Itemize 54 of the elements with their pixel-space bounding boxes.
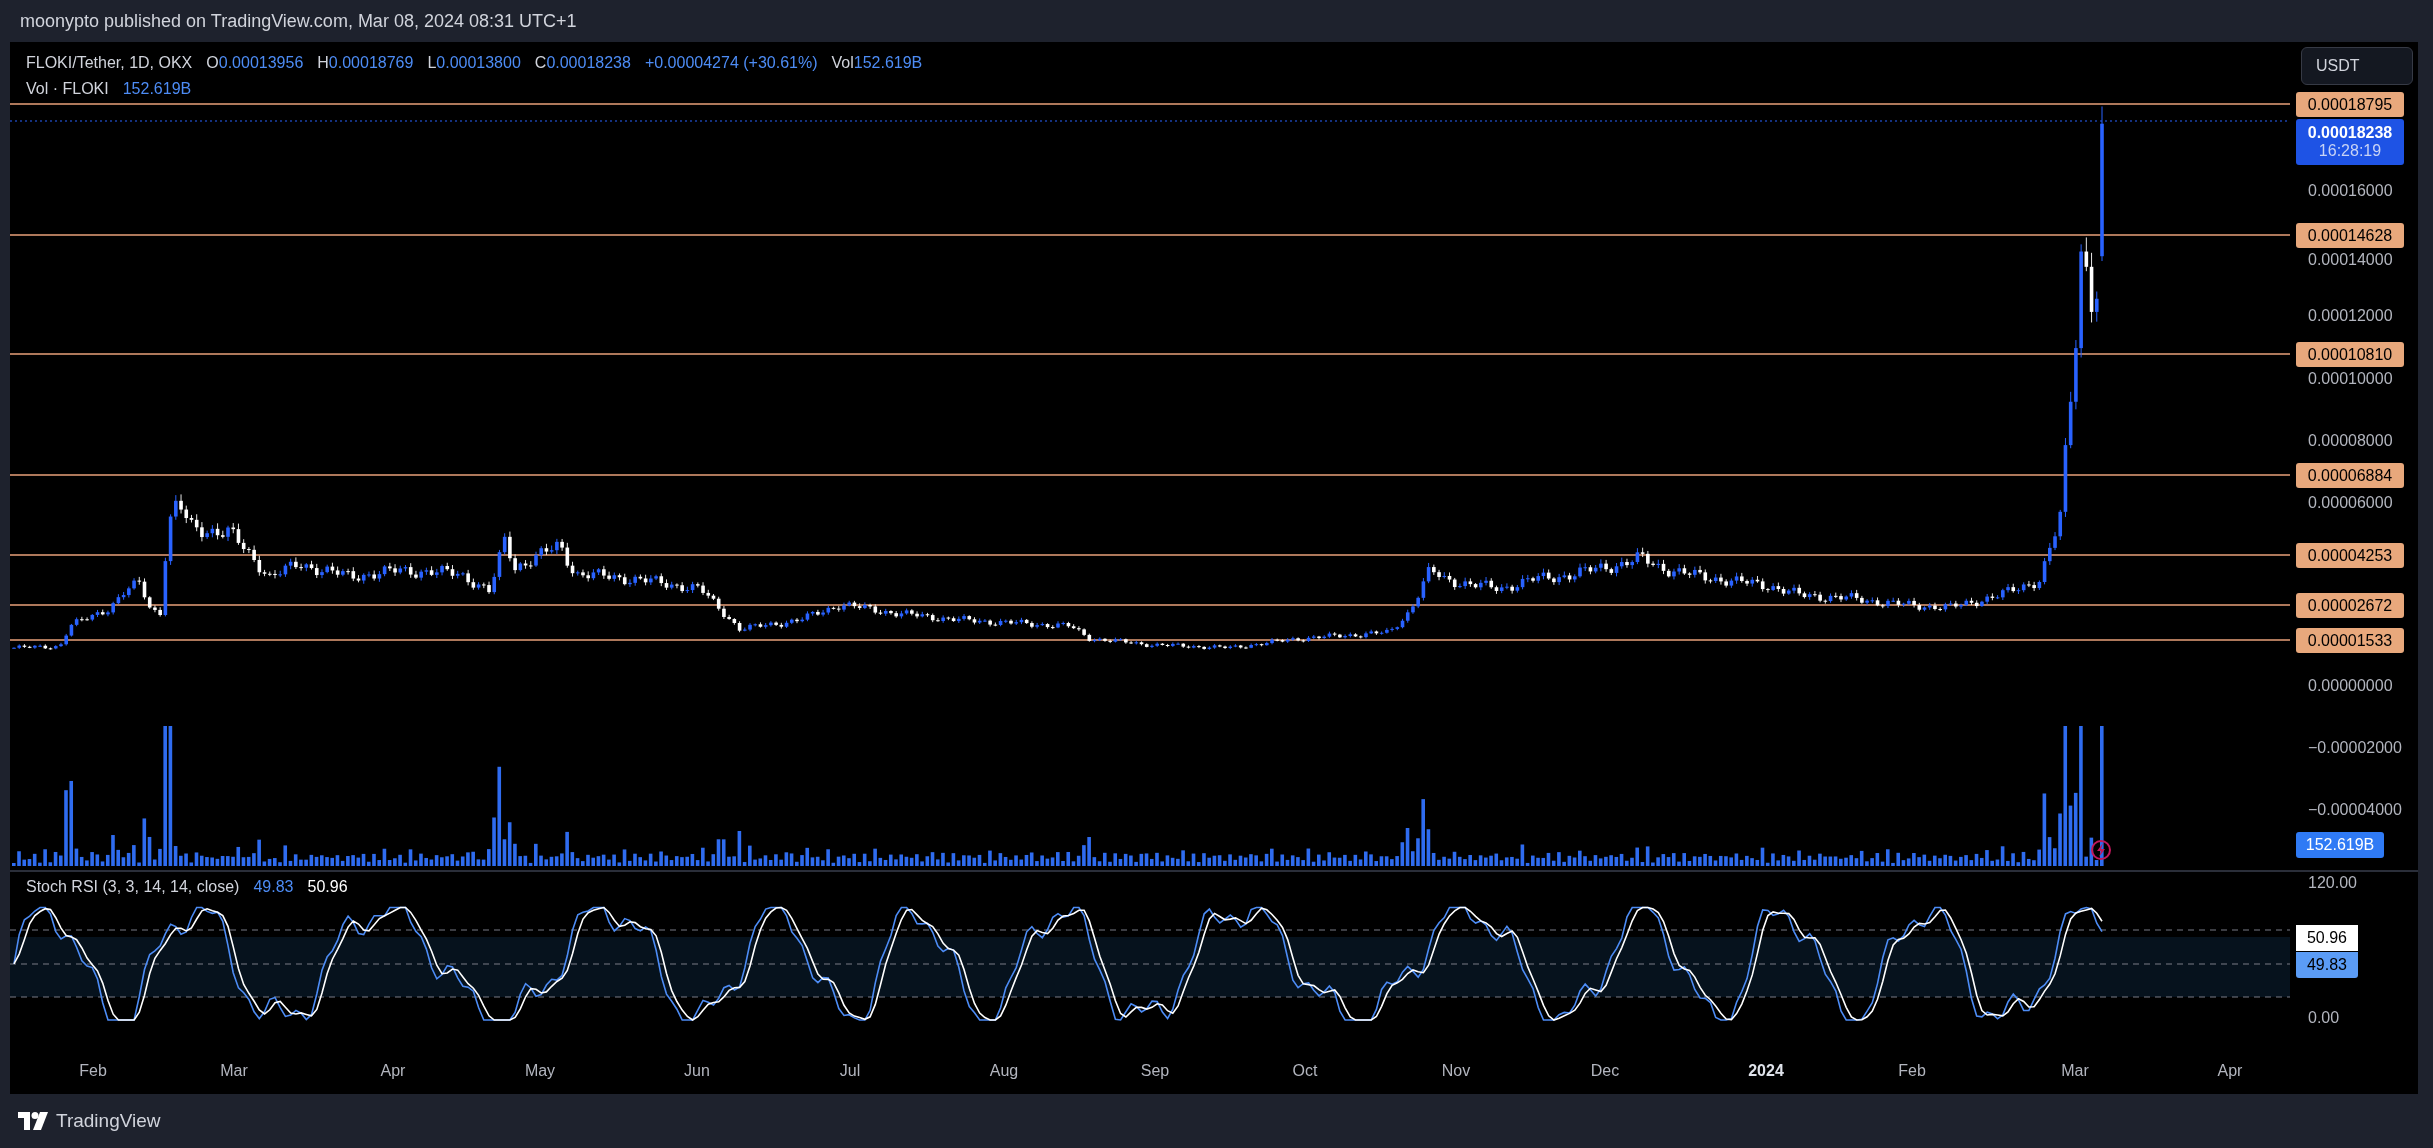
stoch-axis-label: 0.00 — [2308, 1009, 2340, 1027]
time-axis-label: Apr — [2216, 1062, 2244, 1080]
price-axis-label: 0.00000000 — [2308, 677, 2393, 695]
ohlc-value: C0.00018238 — [534, 54, 631, 72]
stoch-k-value: 49.83 — [253, 878, 294, 896]
price-axis-label: 0.00016000 — [2308, 182, 2393, 200]
price-level-label: 0.00006884 — [2296, 463, 2404, 488]
ohlc-value: H0.00018769 — [317, 54, 414, 72]
price-axis-label: 0.00006000 — [2308, 494, 2393, 512]
time-axis-label: Sep — [1139, 1062, 1171, 1080]
ohlc-value: L0.00013800 — [427, 54, 521, 72]
time-axis-label: Mar — [2060, 1062, 2090, 1080]
time-axis-label: 2024 — [1748, 1062, 1784, 1080]
price-level-label: 0.00010810 — [2296, 342, 2404, 367]
ohlc-value: O0.00013956 — [206, 54, 304, 72]
time-axis-label: Nov — [1440, 1062, 1472, 1080]
time-axis-label: Mar — [219, 1062, 249, 1080]
time-axis-label: May — [523, 1062, 557, 1080]
stoch-rsi-title: Stoch RSI (3, 3, 14, 14, close) — [26, 878, 240, 896]
volume-indicator-value: 152.619B — [122, 80, 192, 98]
stoch-d-value: 50.96 — [307, 878, 348, 896]
stoch-d-badge: 50.96 — [2296, 925, 2358, 951]
price-level-label: 0.00014628 — [2296, 223, 2404, 248]
time-axis-label: Oct — [1291, 1062, 1319, 1080]
time-axis-label: Dec — [1589, 1062, 1621, 1080]
price-level-label: 0.00001533 — [2296, 628, 2404, 653]
time-axis-label: Feb — [78, 1062, 108, 1080]
publisher-caption: moonypto published on TradingView.com, Mar 08, 2024 08:31 UTC+1 — [20, 10, 577, 32]
lightning-icon — [2091, 840, 2111, 860]
time-axis-label: Aug — [988, 1062, 1020, 1080]
price-axis-label: −0.00004000 — [2308, 801, 2402, 819]
price-level-label: 0.00018795 — [2296, 92, 2404, 117]
brand-name: TradingView — [56, 1110, 161, 1132]
price-axis-label: 0.00012000 — [2308, 307, 2393, 325]
price-axis-label: 0.00014000 — [2308, 251, 2393, 269]
volume-axis-label: 152.619B — [2296, 832, 2384, 858]
price-level-label: 0.00004253 — [2296, 543, 2404, 568]
price-axis-label: −0.00002000 — [2308, 739, 2402, 757]
stoch-axis-label: 120.00 — [2308, 874, 2357, 892]
price-level-label: 0.00002672 — [2296, 593, 2404, 618]
currency-button[interactable]: USDT — [2301, 47, 2413, 85]
price-axis-label: 0.00008000 — [2308, 432, 2393, 450]
time-axis-label: Jun — [683, 1062, 711, 1080]
time-axis-label: Feb — [1897, 1062, 1927, 1080]
logo-icon — [18, 1112, 48, 1130]
stoch-k-badge: 49.83 — [2296, 952, 2358, 978]
last-price-label: 0.00018238 16:28:19 — [2296, 119, 2404, 165]
symbol-title: FLOKI/Tether, 1D, OKX — [26, 54, 193, 72]
volume-value: Vol152.619B — [831, 54, 923, 72]
time-axis-label: Apr — [379, 1062, 407, 1080]
price-change: +0.00004274 (+30.61%) — [644, 54, 818, 72]
volume-indicator-label: Vol · FLOKI — [26, 80, 109, 98]
time-axis-label: Jul — [838, 1062, 862, 1080]
price-axis-label: 0.00010000 — [2308, 370, 2393, 388]
